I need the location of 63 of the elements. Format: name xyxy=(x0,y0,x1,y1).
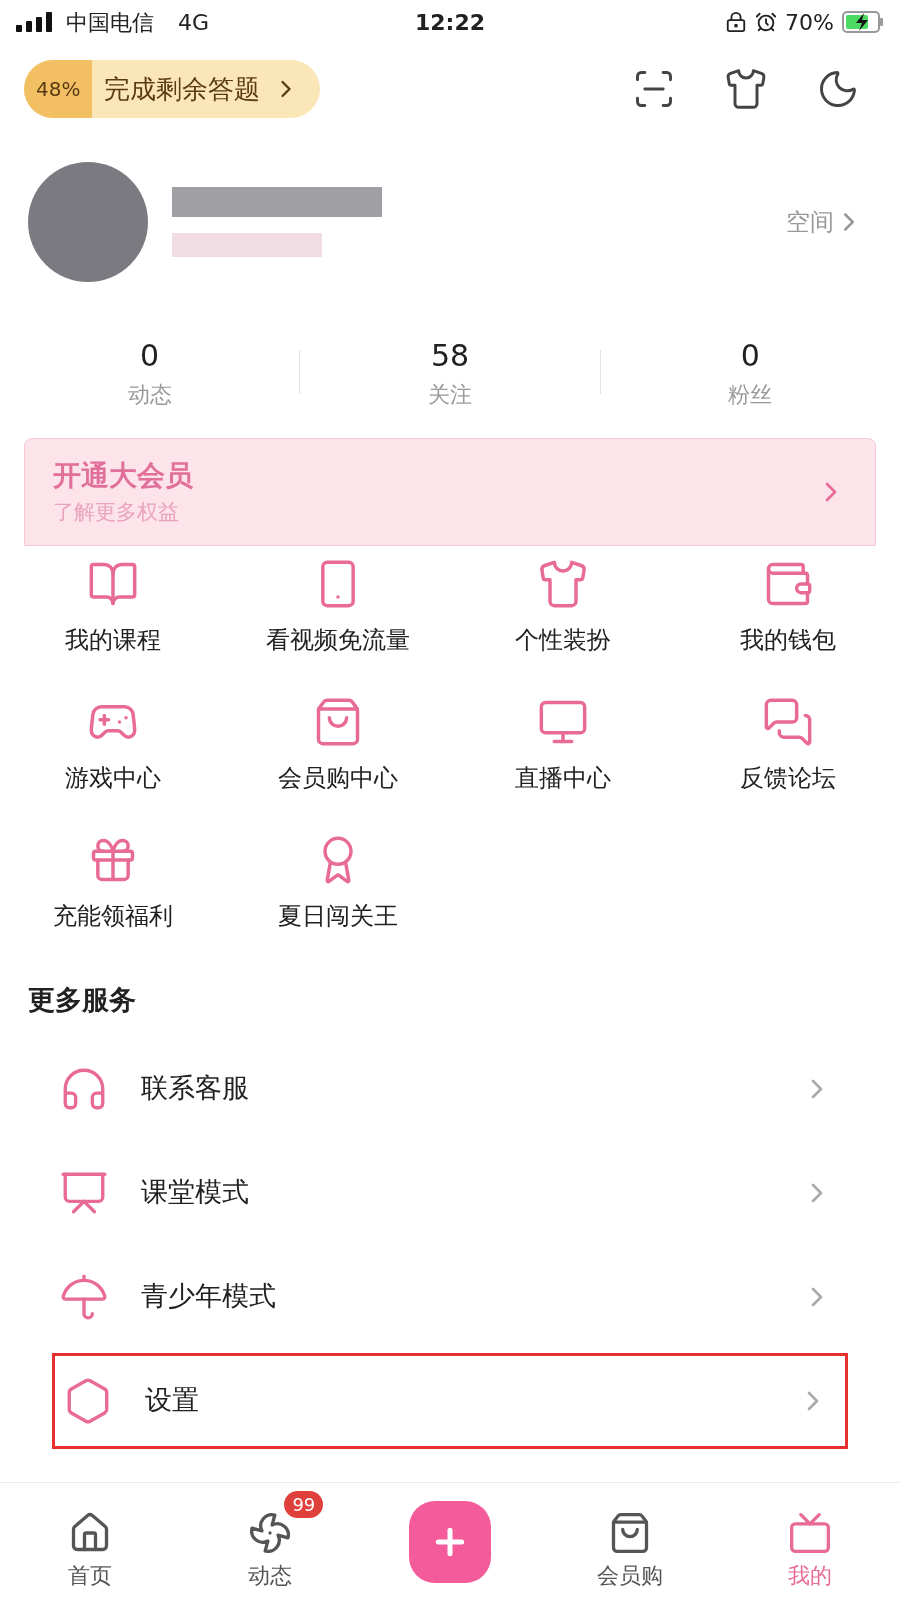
network-type: 4G xyxy=(178,8,210,37)
service-shortcut[interactable]: 反馈论坛 xyxy=(675,696,900,810)
task-progress-pill[interactable]: 48% 完成剩余答题 xyxy=(24,60,321,118)
shortcut-label: 游戏中心 xyxy=(64,763,161,794)
shirt-icon[interactable] xyxy=(724,67,768,111)
stat-value: 0 xyxy=(740,337,760,375)
tab-item[interactable]: 首页 xyxy=(0,1491,180,1592)
stat-item[interactable]: 58 关注 xyxy=(300,333,600,411)
notification-badge: 99 xyxy=(284,1491,324,1518)
shortcut-label: 反馈论坛 xyxy=(739,763,836,794)
shortcut-label: 会员购中心 xyxy=(277,763,398,794)
service-shortcut[interactable]: 看视频免流量 xyxy=(225,558,450,672)
tab-item[interactable]: 会员购 xyxy=(540,1491,720,1592)
tab-item[interactable]: 99 动态 xyxy=(180,1491,360,1592)
vip-title: 开通大会员 xyxy=(53,458,194,495)
service-shortcut[interactable]: 个性装扮 xyxy=(450,558,675,672)
shortcut-label: 个性装扮 xyxy=(514,625,611,656)
shortcut-label: 夏日闯关王 xyxy=(277,901,398,932)
menu-label: 联系客服 xyxy=(141,1071,250,1106)
shortcut-label: 直播中心 xyxy=(514,763,611,794)
stat-item[interactable]: 0 粉丝 xyxy=(600,333,900,411)
tab-label: 会员购 xyxy=(597,1562,663,1590)
pinwheel-icon xyxy=(248,1511,292,1555)
tv-icon xyxy=(788,1511,832,1555)
tab-label: 动态 xyxy=(248,1562,292,1590)
service-shortcut[interactable]: 充能领福利 xyxy=(0,834,225,948)
service-shortcut[interactable]: 我的钱包 xyxy=(675,558,900,672)
stat-value: 0 xyxy=(140,337,160,375)
shortcut-label: 我的课程 xyxy=(64,625,161,656)
tab-label: 首页 xyxy=(68,1562,112,1590)
section-title: 更多服务 xyxy=(27,983,137,1017)
stat-label: 粉丝 xyxy=(728,381,773,409)
publish-button[interactable] xyxy=(409,1500,491,1583)
task-label: 完成剩余答题 xyxy=(104,72,261,106)
menu-label: 课堂模式 xyxy=(141,1175,250,1210)
signal-icon xyxy=(16,12,54,32)
service-shortcut[interactable]: 直播中心 xyxy=(450,696,675,810)
stat-value: 58 xyxy=(430,337,470,375)
shortcut-label: 我的钱包 xyxy=(739,625,836,656)
shortcut-label: 看视频免流量 xyxy=(265,625,410,656)
battery-percent: 70% xyxy=(785,8,834,37)
menu-label: 青少年模式 xyxy=(141,1279,277,1314)
rotation-lock-icon xyxy=(725,11,748,33)
clock-time: 12:22 xyxy=(413,8,486,37)
alarm-icon xyxy=(755,11,778,33)
battery-icon xyxy=(842,11,884,33)
shortcut-label: 充能领福利 xyxy=(52,901,173,932)
service-shortcut[interactable]: 会员购中心 xyxy=(225,696,450,810)
menu-row[interactable]: 设置 xyxy=(52,1352,848,1449)
menu-row[interactable]: 青少年模式 xyxy=(48,1248,852,1345)
stat-label: 关注 xyxy=(428,381,472,409)
carrier-name: 中国电信 xyxy=(66,8,154,37)
service-shortcut[interactable]: 游戏中心 xyxy=(0,696,225,810)
tab-label: 我的 xyxy=(788,1562,832,1590)
service-shortcut[interactable]: 我的课程 xyxy=(0,558,225,672)
stat-item[interactable]: 0 动态 xyxy=(0,333,300,411)
progress-percent: 48% xyxy=(24,60,93,118)
vip-subtitle: 了解更多权益 xyxy=(53,499,180,527)
menu-row[interactable]: 课堂模式 xyxy=(48,1144,852,1241)
menu-row[interactable]: 联系客服 xyxy=(48,1040,852,1137)
stat-label: 动态 xyxy=(127,381,172,409)
service-shortcut[interactable]: 夏日闯关王 xyxy=(225,834,450,948)
menu-label: 设置 xyxy=(145,1383,200,1418)
